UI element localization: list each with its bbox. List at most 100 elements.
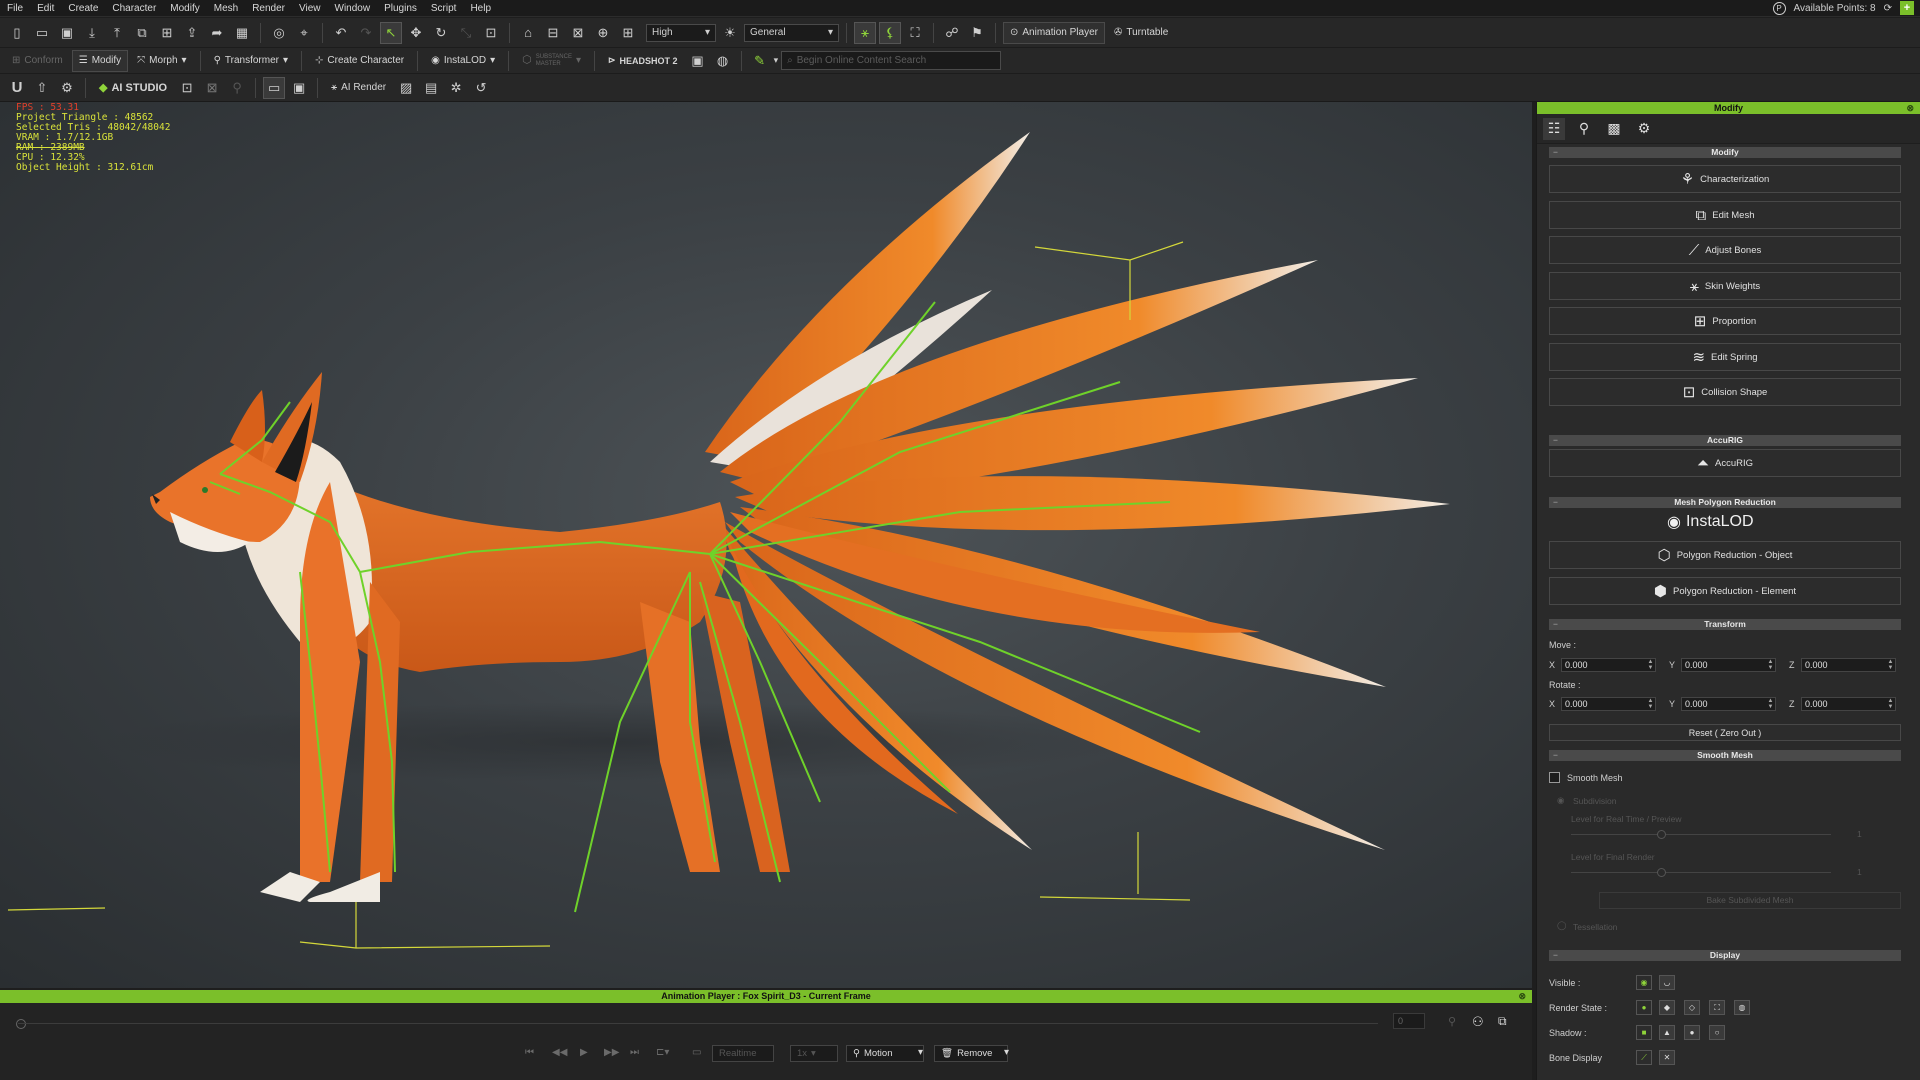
polygon-reduction-object-button[interactable]: ⬡ Polygon Reduction - Object <box>1549 541 1901 569</box>
export-icon[interactable]: ⤓ <box>81 22 103 44</box>
rotate-tool-icon[interactable]: ↻ <box>430 22 452 44</box>
face-scan-icon[interactable]: ⊡ <box>176 77 198 99</box>
render-wire-icon[interactable]: ◇ <box>1684 1000 1700 1015</box>
motion-icon[interactable]: ☍ <box>941 22 963 44</box>
frame-camera-icon[interactable]: ⊠ <box>567 22 589 44</box>
camera-motion-icon[interactable]: ⚇ <box>1472 1014 1484 1030</box>
timeline-track[interactable] <box>18 1023 1378 1024</box>
create-character-button[interactable]: ⊹ Create Character <box>309 50 410 72</box>
edit-spring-button[interactable]: ≋ Edit Spring <box>1549 343 1901 371</box>
tab-physics-gear-icon[interactable]: ⚙ <box>1633 118 1655 140</box>
polygon-reduction-element-button[interactable]: ⬢ Polygon Reduction - Element <box>1549 577 1901 605</box>
smooth-mesh-checkbox[interactable] <box>1549 772 1560 783</box>
ai-render-button[interactable]: ⚹ AI Render <box>325 77 392 99</box>
history-icon[interactable]: ↺ <box>470 77 492 99</box>
spinner-icon[interactable]: ▲ ▼ <box>1886 659 1895 671</box>
proportion-button[interactable]: ⊞ Proportion <box>1549 307 1901 335</box>
redo-icon[interactable]: ↷ <box>355 22 377 44</box>
shadow-receive-icon[interactable]: ● <box>1684 1025 1700 1040</box>
move-y-field[interactable]: 0.000 ▲ ▼ <box>1681 658 1776 672</box>
level-final-slider-handle[interactable] <box>1657 868 1666 877</box>
publish-icon[interactable]: ⇪ <box>181 22 203 44</box>
load-icon[interactable]: ⊞ <box>156 22 178 44</box>
animation-player-button[interactable]: ⊙ Animation Player <box>1003 21 1105 44</box>
skin-weights-button[interactable]: ⚹ Skin Weights <box>1549 272 1901 300</box>
instalod-button[interactable]: ◉ InstaLOD ▾ <box>425 50 501 72</box>
pick-icon[interactable]: ⌖ <box>293 22 315 44</box>
render-view-icon[interactable]: ▭ <box>263 76 286 99</box>
headshot-button[interactable]: ⊳ HEADSHOT 2 <box>602 50 684 72</box>
speed-select[interactable]: 1x ▾ <box>790 1045 838 1062</box>
content-search-input[interactable]: ⌕ Begin Online Content Search <box>781 51 1002 70</box>
realtime-select[interactable]: Realtime <box>712 1045 774 1062</box>
menu-mesh[interactable]: Mesh <box>207 3 245 14</box>
subdivision-radio[interactable]: ◉ <box>1557 795 1564 806</box>
conform-button[interactable]: ⊞ Conform <box>6 50 69 72</box>
reset-zero-out-button[interactable]: Reset ( Zero Out ) <box>1549 724 1901 741</box>
edit-mesh-button[interactable]: ⧉ Edit Mesh <box>1549 201 1901 229</box>
motion-button[interactable]: ⚲ Motion <box>846 1045 924 1062</box>
menu-create[interactable]: Create <box>61 3 105 14</box>
accurig-button[interactable]: ⏶ AccuRIG <box>1549 449 1901 477</box>
spinner-icon[interactable]: ▲ ▼ <box>1646 659 1655 671</box>
morph-button[interactable]: ⤧ Morph ▾ <box>131 50 192 72</box>
remove-dropdown-icon[interactable]: ▾ <box>1004 1047 1009 1058</box>
menu-edit[interactable]: Edit <box>30 3 61 14</box>
turntable-button[interactable]: ✇ Turntable <box>1108 22 1174 44</box>
loop-icon[interactable]: ⊏▾ <box>656 1047 669 1058</box>
image-icon[interactable]: ▨ <box>395 77 417 99</box>
menu-character[interactable]: Character <box>105 3 163 14</box>
settings-gear-icon[interactable]: ⚙ <box>56 77 78 99</box>
new-file-icon[interactable]: ▯ <box>6 22 28 44</box>
hidden-eye-icon[interactable]: ◡ <box>1659 975 1675 990</box>
characterization-button[interactable]: ⚘ Characterization <box>1549 165 1901 193</box>
unreal-icon[interactable]: U <box>6 77 28 99</box>
animation-player-close-icon[interactable]: ⊗ <box>1518 990 1526 1003</box>
transformer-button[interactable]: ⚲ Transformer ▾ <box>208 50 294 72</box>
bone-display-on-icon[interactable]: ⟋ <box>1636 1050 1652 1065</box>
undo-icon[interactable]: ↶ <box>330 22 352 44</box>
body-scan-icon[interactable]: ⊠ <box>201 77 223 99</box>
tab-material-checker-icon[interactable]: ▩ <box>1603 118 1625 140</box>
gizmo-view-icon[interactable]: ⚸ <box>879 21 901 44</box>
move-z-field[interactable]: 0.000 ▲ ▼ <box>1801 658 1896 672</box>
ai-view-icon[interactable]: ▣ <box>288 77 310 99</box>
home-camera-icon[interactable]: ⌂ <box>517 22 539 44</box>
shadow-on-icon[interactable]: ■ <box>1636 1025 1652 1040</box>
motion-dropdown-icon[interactable]: ▾ <box>918 1047 923 1058</box>
record-icon[interactable]: ▭ <box>692 1047 701 1058</box>
render-solid-icon[interactable]: ● <box>1636 1000 1652 1015</box>
scale-tool-icon[interactable]: ⤡ <box>455 22 477 44</box>
render-xray-icon[interactable]: ◍ <box>1734 1000 1750 1015</box>
shadow-off-icon[interactable]: ○ <box>1709 1025 1725 1040</box>
smooth-mesh-section-header[interactable]: − Smooth Mesh <box>1549 750 1901 761</box>
go-to-start-icon[interactable]: ⏮ <box>525 1047 534 1058</box>
bone-view-icon[interactable]: ⚹ <box>854 21 876 44</box>
bone-display-off-icon[interactable]: ✕ <box>1659 1050 1675 1065</box>
substance-button[interactable]: ⬡ SUBSTANCE MASTER ▾ <box>516 50 587 72</box>
menu-help[interactable]: Help <box>463 3 498 14</box>
quality-select[interactable]: High ▾ <box>646 23 716 42</box>
menu-script[interactable]: Script <box>424 3 464 14</box>
3d-viewport[interactable] <box>0 102 1532 988</box>
available-points[interactable]: Available Points: 8 <box>1794 3 1876 14</box>
remove-button[interactable]: 🗑 Remove <box>934 1045 1008 1062</box>
render-shaded-icon[interactable]: ◆ <box>1659 1000 1675 1015</box>
headshot-tool-icon[interactable]: ▣ <box>687 50 709 72</box>
move-tool-icon[interactable]: ✥ <box>405 22 427 44</box>
screenshot-icon[interactable]: ▦ <box>231 22 253 44</box>
sphere-icon[interactable]: ◍ <box>712 50 734 72</box>
lighting-select[interactable]: General ▾ <box>744 23 839 42</box>
level-final-slider[interactable] <box>1571 872 1831 873</box>
menu-window[interactable]: Window <box>328 3 378 14</box>
spinner-icon[interactable]: ▲ ▼ <box>1886 698 1895 710</box>
go-to-end-icon[interactable]: ⏭ <box>630 1047 639 1058</box>
modify-button[interactable]: ☰ Modify <box>71 49 129 72</box>
accurig-section-header[interactable]: − AccuRIG <box>1549 435 1901 446</box>
panel-close-icon[interactable]: ⊗ <box>1906 102 1914 114</box>
save-icon[interactable]: ▣ <box>56 22 78 44</box>
play-icon[interactable]: ▶ <box>580 1047 588 1058</box>
spinner-icon[interactable]: ▲ ▼ <box>1646 698 1655 710</box>
wireframe-icon[interactable]: ⛶ <box>904 22 926 44</box>
menu-file[interactable]: File <box>0 3 30 14</box>
